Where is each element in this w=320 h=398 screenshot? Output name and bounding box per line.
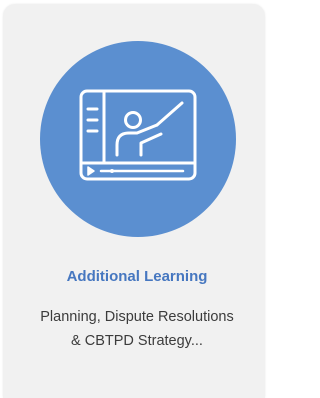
card-title[interactable]: Additional Learning [3,268,271,285]
icon-circle [40,41,236,237]
video-lesson-icon [79,89,197,181]
card-description: Planning, Dispute Resolutions & CBTPD St… [40,309,234,349]
course-card[interactable]: Additional Learning Planning, Dispute Re… [3,4,265,398]
